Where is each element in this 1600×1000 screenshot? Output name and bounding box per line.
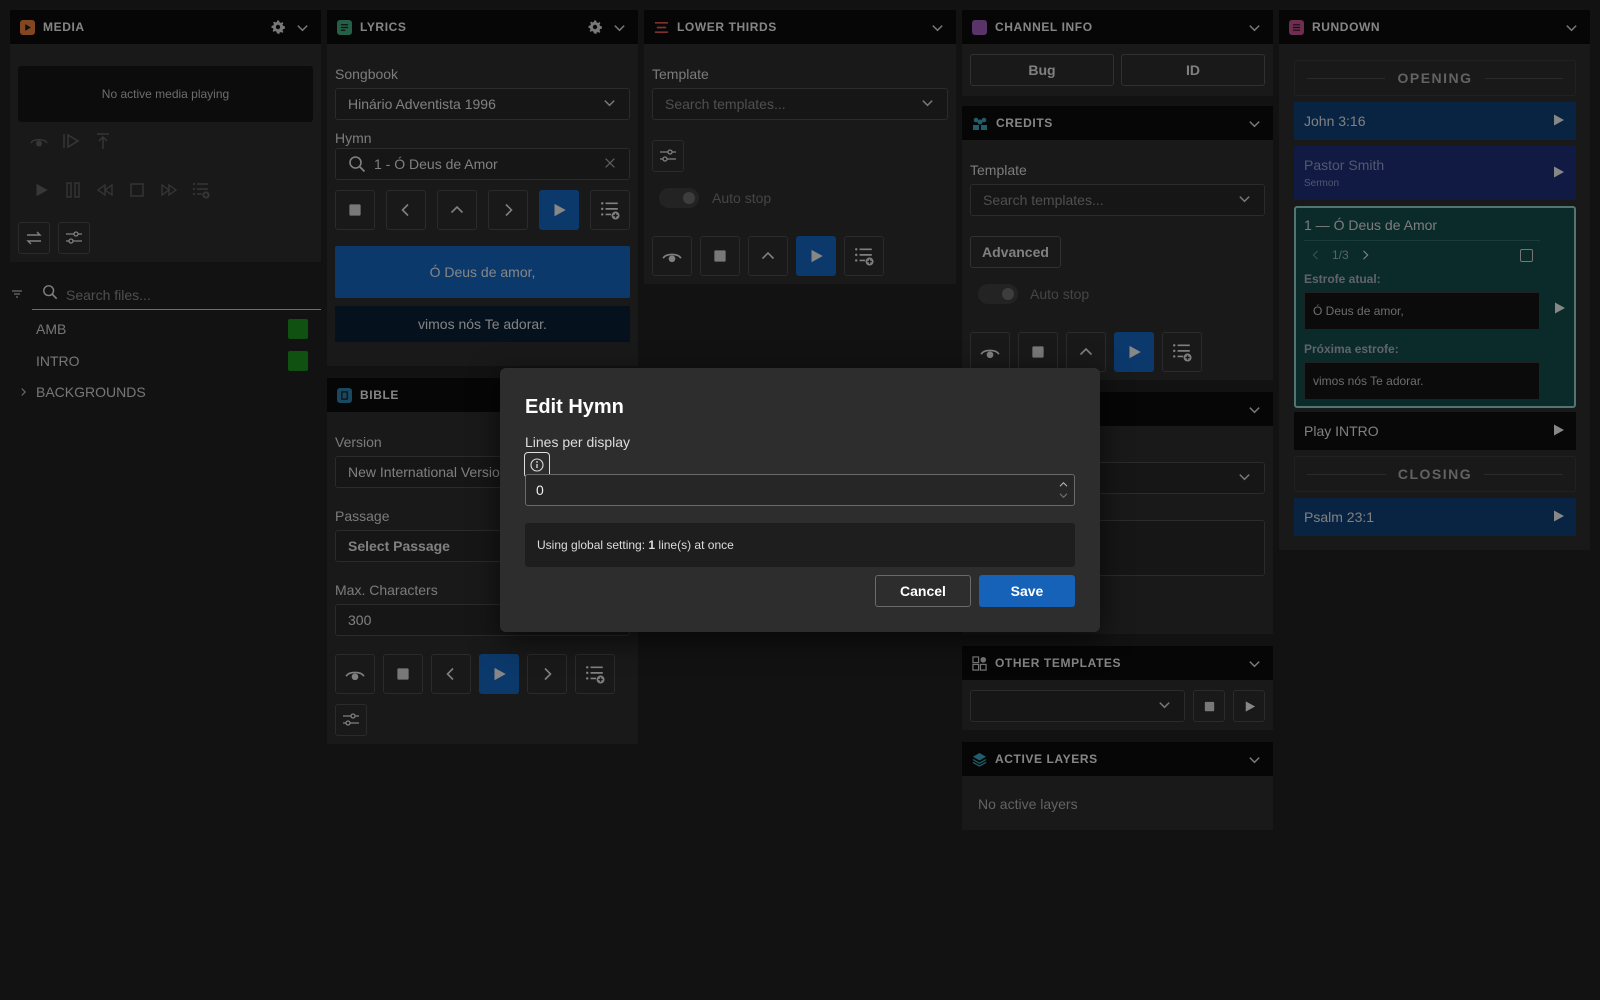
note-suffix: line(s) at once [655, 538, 734, 552]
edit-hymn-dialog: Edit Hymn Lines per display 0 Using glob… [500, 368, 1100, 632]
save-button[interactable]: Save [979, 575, 1075, 607]
cancel-label: Cancel [900, 583, 946, 599]
cancel-button[interactable]: Cancel [875, 575, 971, 607]
number-spinner[interactable] [1059, 481, 1068, 499]
note-prefix: Using global setting: [537, 538, 649, 552]
lines-per-display-label: Lines per display [525, 434, 631, 450]
global-setting-note: Using global setting: 1 line(s) at once [525, 523, 1075, 567]
lines-per-display-value: 0 [536, 482, 544, 498]
lines-per-display-input[interactable]: 0 [525, 474, 1075, 506]
dialog-title: Edit Hymn [525, 396, 624, 418]
note-count: 1 [648, 538, 656, 552]
save-label: Save [1010, 583, 1044, 599]
